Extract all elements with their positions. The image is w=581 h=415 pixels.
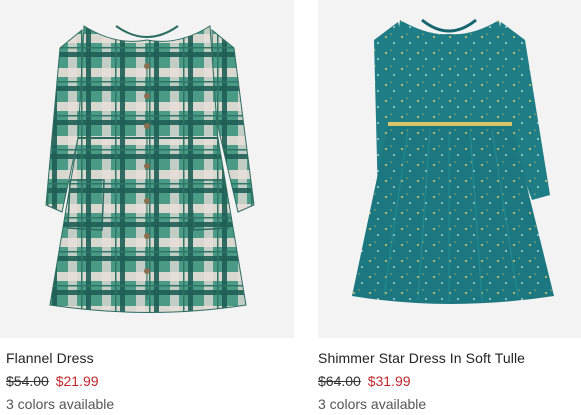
- product-card-shimmer-star-dress[interactable]: Shimmer Star Dress In Soft Tulle $64.00 …: [318, 0, 581, 415]
- product-card-flannel-dress[interactable]: Flannel Dress $54.00 $21.99 3 colors ava…: [0, 0, 294, 415]
- product-name[interactable]: Flannel Dress: [6, 350, 94, 366]
- teal-tulle-star-dress-image: [352, 18, 554, 304]
- colors-available[interactable]: 3 colors available: [318, 396, 426, 412]
- product-image-flannel-dress[interactable]: [0, 0, 294, 338]
- price-row: $54.00 $21.99: [6, 373, 99, 389]
- original-price: $54.00: [6, 373, 49, 389]
- colors-available[interactable]: 3 colors available: [6, 396, 114, 412]
- sale-price: $31.99: [367, 373, 411, 389]
- sale-price: $21.99: [55, 373, 99, 389]
- plaid-flannel-dress-image: [45, 25, 255, 313]
- price-row: $64.00 $31.99: [318, 373, 411, 389]
- product-name[interactable]: Shimmer Star Dress In Soft Tulle: [318, 350, 525, 366]
- product-image-shimmer-star-dress[interactable]: [318, 0, 581, 338]
- original-price: $64.00: [318, 373, 361, 389]
